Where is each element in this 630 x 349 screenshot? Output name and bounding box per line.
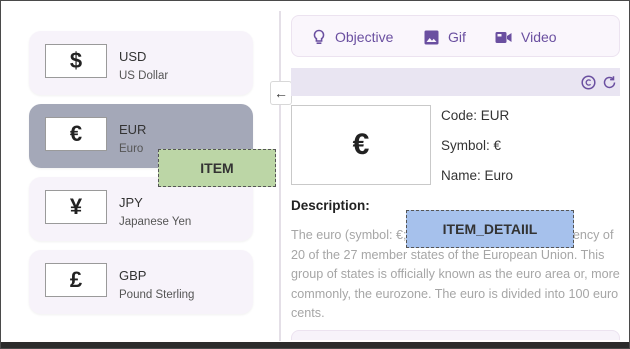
currency-detail: € Code: EUR Symbol: € Name: Euro Descrip… [291, 68, 620, 340]
bottom-edge [1, 342, 629, 348]
app-frame: $ USD US Dollar € EUR Euro ¥ JPY Japanes… [0, 0, 630, 349]
tab-label: Gif [448, 29, 466, 45]
currency-name: Euro [119, 143, 144, 155]
currency-code: EUR [119, 122, 147, 137]
currency-symbol: £ [45, 263, 107, 297]
currency-symbol: € [45, 117, 107, 151]
currency-code: USD [119, 49, 147, 64]
currency-symbol: $ [45, 44, 107, 78]
currency-card-gbp[interactable]: £ GBP Pound Sterling [29, 250, 253, 314]
currency-name: Japanese Yen [119, 216, 192, 228]
detail-symbol: Symbol: € [441, 138, 502, 153]
item-overlay-label: ITEM [158, 149, 276, 187]
arrow-left-icon: ← [274, 85, 288, 101]
refresh-icon[interactable] [600, 73, 618, 91]
media-tab-bar: Objective Gif Video [291, 15, 620, 57]
description-heading: Description: [291, 198, 370, 213]
tab-label: Objective [335, 29, 394, 45]
image-icon [424, 30, 439, 44]
detail-code: Code: EUR [441, 108, 510, 123]
currency-code: JPY [119, 195, 143, 210]
next-card [291, 330, 620, 340]
detail-symbol-box: € [291, 105, 431, 185]
pane-divider[interactable] [279, 11, 281, 341]
detail-toolbar [291, 68, 620, 96]
video-camera-icon [495, 31, 512, 43]
detail-name: Name: Euro [441, 168, 514, 183]
currency-symbol: ¥ [45, 190, 107, 224]
currency-name: US Dollar [119, 70, 169, 82]
lightbulb-icon [313, 29, 325, 44]
currency-name: Pound Sterling [119, 289, 195, 301]
tab-label: Video [521, 29, 557, 45]
copyright-icon[interactable] [579, 73, 597, 91]
tab-video[interactable]: Video [495, 27, 557, 47]
tab-gif[interactable]: Gif [424, 27, 466, 47]
currency-card-usd[interactable]: $ USD US Dollar [29, 31, 253, 95]
collapse-pane-button[interactable]: ← [270, 81, 292, 105]
tab-objective[interactable]: Objective [312, 27, 393, 47]
currency-code: GBP [119, 268, 147, 283]
item-detail-overlay-label: ITEM_DETAIIL [406, 210, 574, 248]
